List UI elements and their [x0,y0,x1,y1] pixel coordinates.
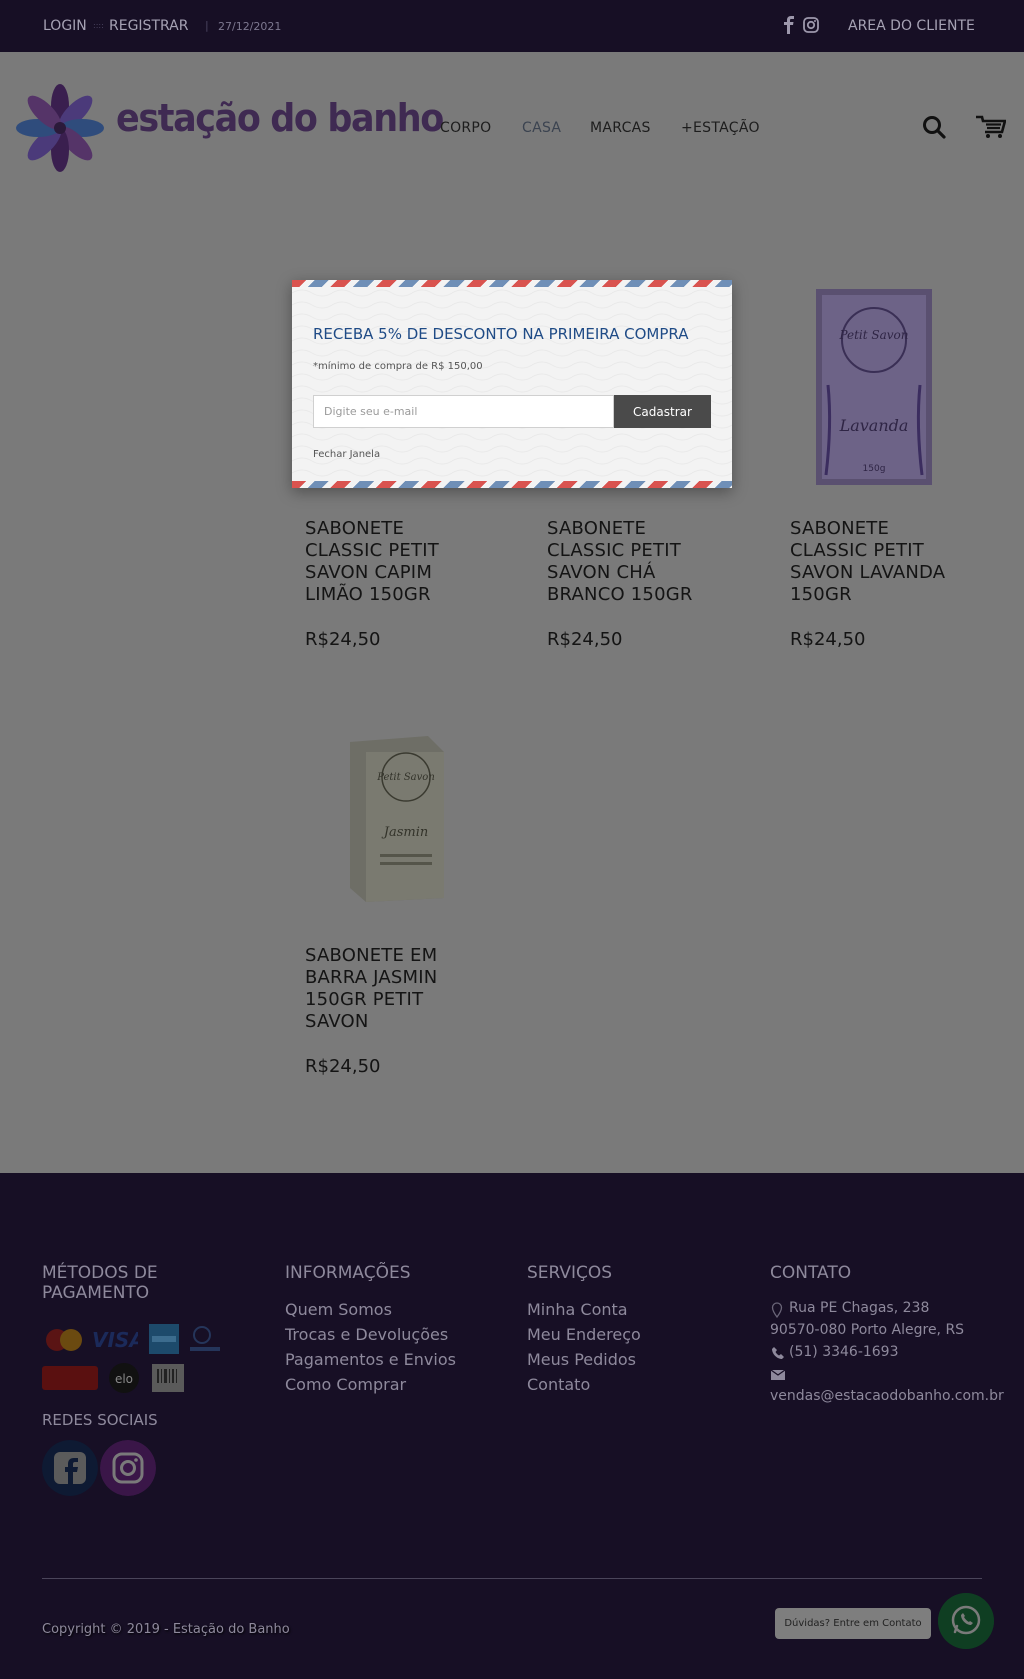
airmail-stripe [292,280,732,287]
product-title[interactable]: SABONETE EM BARRA JASMIN 150GR PETIT SAV… [305,945,485,1033]
nav-corpo[interactable]: CORPO [440,120,491,136]
footer-divider [42,1578,982,1579]
product-price: R$24,50 [547,629,623,650]
logo-flower-icon[interactable] [16,84,104,172]
american-express-icon [149,1324,179,1354]
separator: | [205,19,209,32]
product-title[interactable]: SABONETE CLASSIC PETIT SAVON CHÁ BRANCO … [547,518,727,606]
product-image-jasmin[interactable]: Petit Savon Jasmin [340,732,452,904]
footer-link-meus-pedidos[interactable]: Meus Pedidos [527,1350,636,1369]
box-brand: Petit Savon [838,328,908,342]
whatsapp-bubble[interactable]: Dúvidas? Entre em Contato [775,1608,931,1639]
register-button[interactable]: Cadastrar [614,395,711,428]
footer-link-trocas[interactable]: Trocas e Devoluções [285,1325,448,1344]
social-title: REDES SOCIAIS [42,1411,158,1429]
cart-icon[interactable] [976,115,1006,139]
location-pin-icon [771,1302,783,1318]
box-name: Lavanda [839,416,909,435]
visa-icon: VISA [92,1328,138,1352]
footer-link-pagamentos[interactable]: Pagamentos e Envios [285,1350,456,1369]
popup-title: RECEBA 5% DE DESCONTO NA PRIMEIRA COMPRA [313,325,689,343]
footer-link-como-comprar[interactable]: Como Comprar [285,1375,406,1394]
boleto-icon [152,1364,184,1392]
instagram-icon[interactable] [803,17,819,33]
product-title[interactable]: SABONETE CLASSIC PETIT SAVON CAPIM LIMÃO… [305,518,485,606]
contact-title: CONTATO [770,1263,852,1283]
box-weight: 150g [863,464,886,474]
mail-icon [771,1370,785,1380]
popup-minimum-note: *mínimo de compra de R$ 150,00 [313,361,483,372]
svg-text:elo: elo [115,1372,133,1386]
product-title[interactable]: SABONETE CLASSIC PETIT SAVON LAVANDA 150… [790,518,970,606]
footer-link-quem-somos[interactable]: Quem Somos [285,1300,392,1319]
box-brand: Petit Savon [376,772,435,783]
discount-popup: RECEBA 5% DE DESCONTO NA PRIMEIRA COMPRA… [292,280,732,488]
contact-email[interactable]: vendas@estacaodobanho.com.br [770,1388,1004,1404]
product-price: R$24,50 [790,629,866,650]
login-link[interactable]: LOGIN [43,18,87,34]
svg-text:VISA: VISA [92,1328,138,1352]
facebook-icon[interactable] [783,16,795,34]
search-icon[interactable] [922,115,946,139]
box-name: Jasmin [381,825,429,840]
close-popup-link[interactable]: Fechar Janela [313,449,380,460]
top-bar: LOGIN :::: REGISTRAR | 27/12/2021 AREA D… [0,0,1024,52]
footer-link-minha-conta[interactable]: Minha Conta [527,1300,628,1319]
info-title: INFORMAÇÕES [285,1263,411,1283]
services-title: SERVIÇOS [527,1263,613,1283]
contact-address-line1: Rua PE Chagas, 238 [789,1300,930,1316]
nav-casa[interactable]: CASA [522,120,561,136]
elo-icon: elo [109,1363,139,1393]
site-header: estação do banho CORPO CASA MARCAS +ESTA… [0,52,1024,202]
nav-marcas[interactable]: MARCAS [590,120,651,136]
current-date: 27/12/2021 [218,20,282,33]
product-price: R$24,50 [305,1056,381,1077]
product-image-lavanda[interactable]: Petit Savon Lavanda 150g [808,285,940,491]
mastercard-icon [46,1329,82,1351]
diners-club-icon [190,1326,220,1351]
copyright: Copyright © 2019 - Estação do Banho [42,1622,290,1637]
instagram-icon[interactable] [100,1440,156,1496]
register-link[interactable]: REGISTRAR [109,18,188,34]
phone-icon [772,1347,784,1359]
separator: :::: [93,21,104,30]
footer-link-contato[interactable]: Contato [527,1375,590,1394]
facebook-icon[interactable] [42,1440,98,1496]
logo-text[interactable]: estação do banho [116,96,444,140]
payment-methods-title: MÉTODOS DE PAGAMENTO [42,1263,158,1303]
contact-phone[interactable]: (51) 3346-1693 [789,1344,899,1360]
footer-link-meu-endereco[interactable]: Meu Endereço [527,1325,641,1344]
whatsapp-icon[interactable] [938,1593,994,1649]
contact-address-line2: 90570-080 Porto Alegre, RS [770,1322,965,1338]
hipercard-icon [42,1366,98,1390]
product-price: R$24,50 [305,629,381,650]
airmail-stripe [292,481,732,488]
email-input[interactable] [313,395,614,428]
client-area-link[interactable]: AREA DO CLIENTE [848,18,975,34]
nav-mais-estacao[interactable]: +ESTAÇÃO [681,120,760,136]
